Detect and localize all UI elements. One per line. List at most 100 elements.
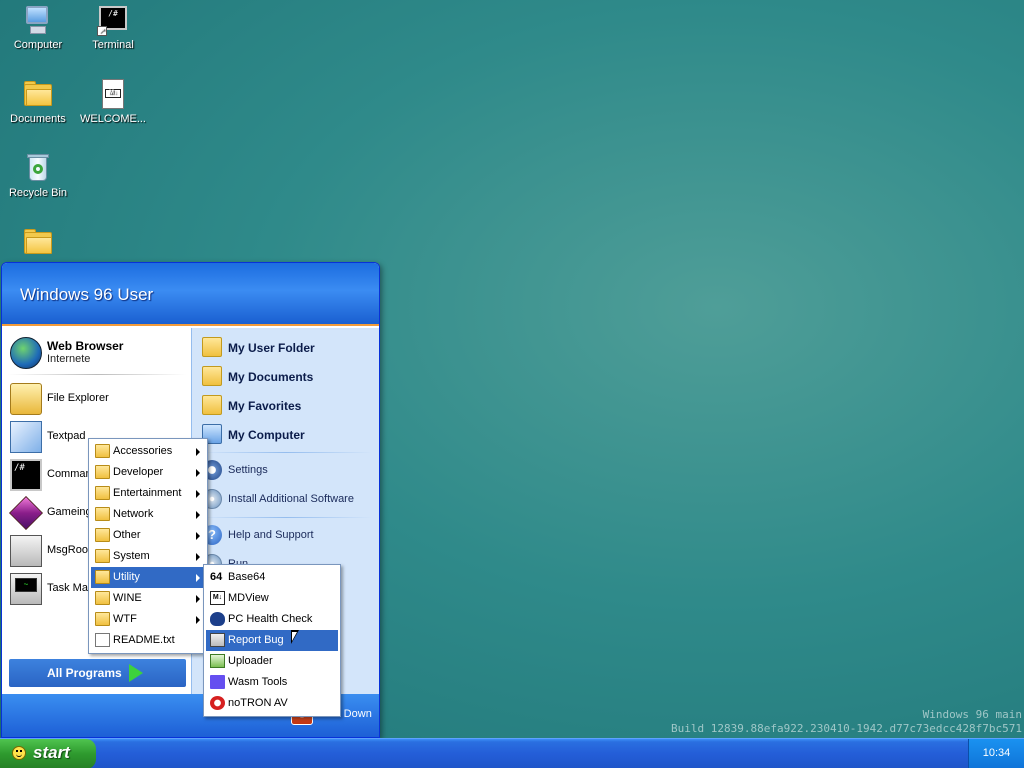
computer-icon — [22, 4, 54, 36]
menu-item-system[interactable]: System — [91, 546, 205, 567]
menu-item-notron-av[interactable]: noTRON AV — [206, 693, 338, 714]
clock: 10:34 — [982, 747, 1011, 759]
start-menu-header: Windows 96 User — [2, 263, 379, 326]
menu-item-wasm-tools[interactable]: Wasm Tools — [206, 672, 338, 693]
folder-icon — [95, 528, 110, 542]
menu-item-mdview[interactable]: M↓ MDView — [206, 588, 338, 609]
system-tray-clock[interactable]: 10:34 — [968, 739, 1024, 768]
folder-icon — [95, 612, 110, 626]
web-browser-icon — [10, 337, 42, 369]
place-label: My Computer — [228, 428, 305, 442]
menu-item-entertainment[interactable]: Entertainment — [91, 483, 205, 504]
start-label: start — [33, 743, 70, 762]
watermark-line-1: Windows 96 main — [922, 708, 1022, 721]
menu-item-network[interactable]: Network — [91, 504, 205, 525]
help-label: Help and Support — [228, 529, 314, 541]
start-button[interactable]: start — [0, 739, 96, 768]
game-cube-icon — [9, 496, 43, 530]
file-explorer-icon — [10, 383, 42, 415]
menu-item-accessories[interactable]: Accessories — [91, 441, 205, 462]
place-my-computer[interactable]: My Computer — [200, 421, 376, 447]
recent-label: File Explorer — [47, 392, 109, 404]
desktop-icon-computer[interactable]: Computer — [1, 4, 75, 51]
user-name: Windows 96 User — [20, 285, 154, 304]
menu-label: WTF — [113, 613, 137, 625]
menu-label: Base64 — [228, 571, 266, 583]
recent-file-explorer[interactable]: File Explorer — [10, 381, 188, 417]
desktop-icon-documents[interactable]: Documents — [1, 78, 75, 125]
recent-label: Task Mar — [47, 582, 92, 594]
desktop-icon-label: Documents — [10, 113, 66, 125]
text-file-icon — [95, 633, 110, 647]
menu-item-report-bug[interactable]: Report Bug — [206, 630, 338, 651]
place-label: My Documents — [228, 370, 314, 384]
desktop-icon-label: WELCOME... — [79, 113, 146, 125]
help-and-support[interactable]: ? Help and Support — [200, 522, 376, 548]
menu-label: README.txt — [113, 634, 175, 646]
desktop-icon-folder[interactable] — [1, 226, 75, 261]
desktop-icon-recycle-bin[interactable]: Recycle Bin — [1, 152, 75, 199]
menu-label: Other — [113, 529, 141, 541]
system-settings[interactable]: Settings — [200, 457, 376, 483]
chevron-right-icon — [196, 448, 200, 456]
place-my-favorites[interactable]: My Favorites — [200, 392, 376, 418]
base64-icon: 64 — [210, 571, 223, 583]
all-programs-label: All Programs — [47, 666, 122, 680]
recent-label: Gameing — [47, 506, 92, 518]
menu-label: MDView — [228, 592, 269, 604]
folder-icon — [95, 591, 110, 605]
menu-label: Developer — [113, 466, 164, 478]
arrow-right-icon — [129, 664, 143, 682]
place-label: My User Folder — [228, 341, 315, 355]
chevron-right-icon — [196, 574, 200, 582]
desktop-icon-label: Computer — [13, 39, 63, 51]
task-manager-icon: ~ — [10, 573, 42, 605]
menu-item-uploader[interactable]: Uploader — [206, 651, 338, 672]
terminal-icon: /# ↗ — [97, 4, 129, 36]
menu-item-readme[interactable]: README.txt — [91, 630, 205, 651]
documents-folder-icon — [202, 366, 222, 386]
system-install-software[interactable]: Install Additional Software — [200, 486, 376, 512]
desktop-icon-label: Terminal — [92, 39, 134, 51]
folder-icon — [95, 549, 110, 563]
all-programs-button[interactable]: All Programs — [9, 659, 186, 687]
heart-pulse-icon — [210, 612, 225, 626]
folder-icon — [95, 444, 110, 458]
upload-icon — [210, 654, 225, 668]
recycle-bin-icon — [22, 152, 54, 184]
place-label: My Favorites — [228, 399, 302, 413]
chevron-right-icon — [196, 490, 200, 498]
menu-label: Entertainment — [113, 487, 182, 499]
menu-item-developer[interactable]: Developer — [91, 462, 205, 483]
smiley-icon — [12, 746, 26, 760]
build-watermark: Windows 96 main Build 12839.88efa922.230… — [671, 708, 1022, 736]
menu-label: Wasm Tools — [228, 676, 288, 688]
menu-label: Utility — [113, 571, 140, 583]
menu-item-wtf[interactable]: WTF — [91, 609, 205, 630]
menu-label: PC Health Check — [228, 613, 313, 625]
place-my-user-folder[interactable]: My User Folder — [200, 334, 376, 360]
chevron-right-icon — [196, 511, 200, 519]
programs-menu: Accessories Developer Entertainment Netw… — [88, 438, 208, 654]
command-prompt-icon: /# — [10, 459, 42, 491]
chevron-right-icon — [196, 595, 200, 603]
menu-item-other[interactable]: Other — [91, 525, 205, 546]
place-my-documents[interactable]: My Documents — [200, 363, 376, 389]
desktop-icon-terminal[interactable]: /# ↗ Terminal — [76, 4, 150, 51]
menu-item-utility[interactable]: Utility — [91, 567, 205, 588]
menu-item-base64[interactable]: 64 Base64 — [206, 567, 338, 588]
menu-label: Network — [113, 508, 154, 520]
desktop-icon-welcome[interactable]: M↓ WELCOME... — [76, 78, 150, 125]
recent-label: Textpad — [47, 430, 86, 442]
folder-icon — [95, 465, 110, 479]
documents-folder-icon — [22, 78, 54, 110]
antivirus-icon — [210, 696, 225, 710]
menu-item-wine[interactable]: WINE — [91, 588, 205, 609]
pinned-web-browser[interactable]: Web Browser Internete — [10, 335, 188, 371]
utility-menu: 64 Base64 M↓ MDView PC Health Check Report… — [203, 564, 341, 717]
system-label: Settings — [228, 464, 268, 476]
menu-label: noTRON AV — [228, 697, 288, 709]
desktop-icon-label: Recycle Bin — [8, 187, 68, 199]
watermark-line-2: Build 12839.88efa922.230410-1942.d77c73e… — [671, 722, 1022, 735]
menu-item-pc-health-check[interactable]: PC Health Check — [206, 609, 338, 630]
